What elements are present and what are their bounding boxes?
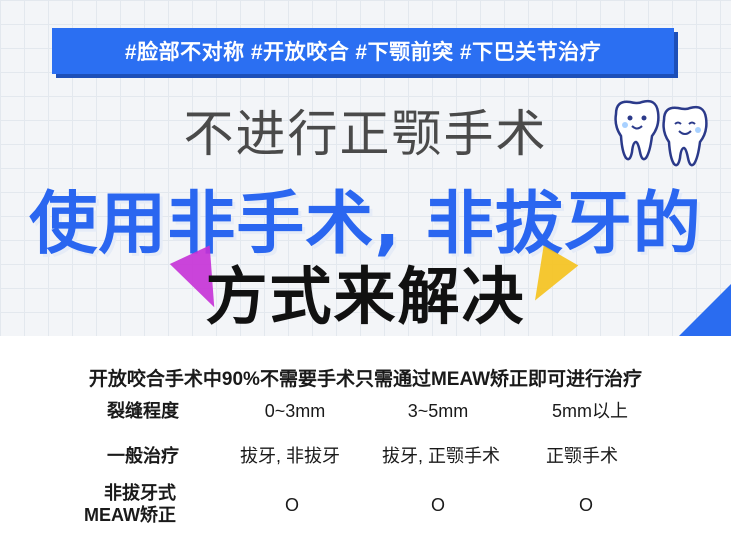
row-label-line-1: 非拔牙式 <box>104 483 176 503</box>
hero-banner: #脸部不对称 #开放咬合 #下颚前突 #下巴关节治疗 不进行正颚手术 使用非手术… <box>0 0 731 336</box>
table-cell: O <box>284 495 300 515</box>
table-cell: 拔牙, 非拔牙 <box>239 446 341 466</box>
row-label: 裂缝程度 <box>107 401 179 421</box>
tooth-right-icon <box>662 105 708 167</box>
hashtag-banner: #脸部不对称 #开放咬合 #下颚前突 #下巴关节治疗 <box>52 28 674 74</box>
row-label-line-2: MEAW矫正 <box>84 505 176 525</box>
table-cell: 0~3mm <box>264 401 326 421</box>
table-cell: 正颚手术 <box>546 446 618 466</box>
headline-line-3: 方式来解决 <box>205 260 526 333</box>
table-cell: O <box>430 495 446 515</box>
row-label: 一般治疗 <box>107 446 179 466</box>
table-cell: O <box>578 495 594 515</box>
intro-text: 开放咬合手术中90%不需要手术只需通过MEAW矫正即可进行治疗 <box>88 369 643 390</box>
tooth-left-icon <box>614 99 660 161</box>
table-row: 裂缝程度 0~3mm 3~5mm 5mm以上 <box>0 400 731 434</box>
table-row: 一般治疗 拔牙, 非拔牙 拔牙, 正颚手术 正颚手术 <box>0 445 731 479</box>
table-cell: 拔牙, 正颚手术 <box>381 446 501 466</box>
tooth-mascot-icon <box>614 99 708 167</box>
table-row: 非拔牙式 MEAW矫正 O O O <box>0 482 731 530</box>
table-cell: 5mm以上 <box>552 401 628 421</box>
table-cell: 3~5mm <box>407 401 469 421</box>
